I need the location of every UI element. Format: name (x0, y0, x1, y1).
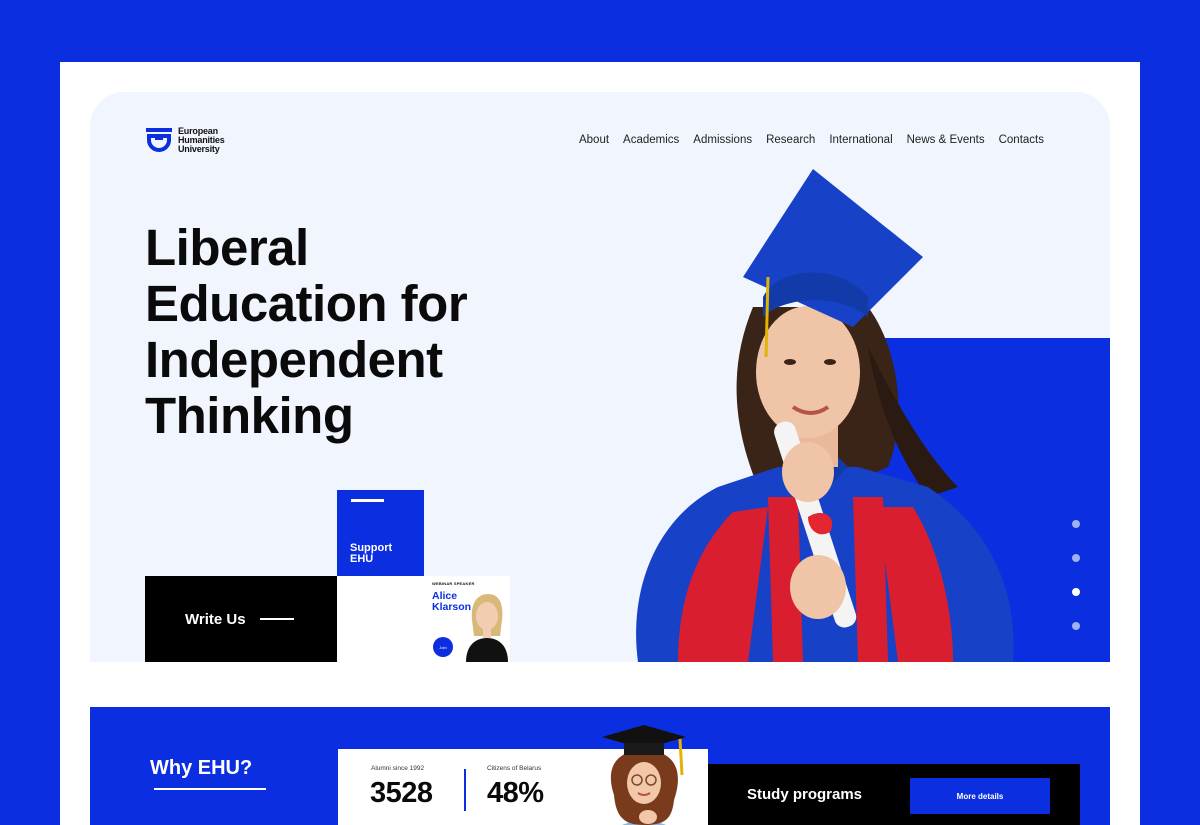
slider-dot[interactable] (1072, 554, 1080, 562)
student-photo (602, 725, 686, 825)
nav-news-events[interactable]: News & Events (907, 134, 985, 146)
ehu-logo-icon (146, 128, 172, 152)
speaker-tag: WEBINAR SPEAKER (432, 581, 475, 586)
why-ehu-underline (154, 788, 266, 790)
why-ehu-section: Why EHU? Alumni since 1992 3528 Citizens… (90, 707, 1110, 825)
nav-research[interactable]: Research (766, 134, 815, 146)
slider-dot[interactable] (1072, 520, 1080, 528)
slider-dots (1072, 520, 1080, 656)
stats-card: Alumni since 1992 3528 Citizens of Belar… (338, 725, 708, 825)
hero-headline: Liberal Education for Independent Thinki… (145, 219, 468, 444)
nav-academics[interactable]: Academics (623, 134, 679, 146)
slider-dot-active[interactable] (1072, 588, 1080, 596)
stat-label: Alumni since 1992 (371, 765, 425, 772)
stat-label: Citizens of Belarus (487, 765, 542, 772)
why-ehu-title: Why EHU? (150, 757, 253, 779)
support-ehu-tile[interactable]: Support EHU (337, 490, 424, 576)
university-logo[interactable]: European Humanities University (145, 126, 225, 154)
webinar-speaker-card[interactable]: WEBINAR SPEAKER Alice Klarson Join (424, 576, 510, 662)
join-button[interactable]: Join (433, 637, 453, 657)
nav-admissions[interactable]: Admissions (693, 134, 752, 146)
study-programs-panel: Study programs More details (708, 764, 1080, 825)
empty-tile (337, 576, 424, 662)
university-name: European Humanities University (178, 125, 225, 154)
more-details-button[interactable]: More details (910, 778, 1050, 814)
study-programs-label: Study programs (747, 786, 863, 803)
nav-contacts[interactable]: Contacts (999, 134, 1044, 146)
write-us-label: Write Us (185, 610, 246, 628)
write-us-arrow-line (259, 618, 294, 620)
stat-value: 48% (487, 777, 544, 809)
stat-value: 3528 (370, 777, 433, 809)
write-us-button[interactable]: Write Us (145, 576, 338, 662)
nav-about[interactable]: About (579, 134, 609, 146)
slider-dot[interactable] (1072, 622, 1080, 630)
support-label: Support EHU (350, 542, 393, 565)
support-bar (351, 499, 384, 502)
hero-section: European Humanities University About Aca… (90, 92, 1110, 662)
stat-divider (464, 769, 466, 811)
speaker-photo (466, 594, 508, 662)
graduate-photo (636, 169, 1014, 662)
nav-international[interactable]: International (829, 134, 892, 146)
main-nav: About Academics Admissions Research Inte… (579, 134, 1044, 146)
